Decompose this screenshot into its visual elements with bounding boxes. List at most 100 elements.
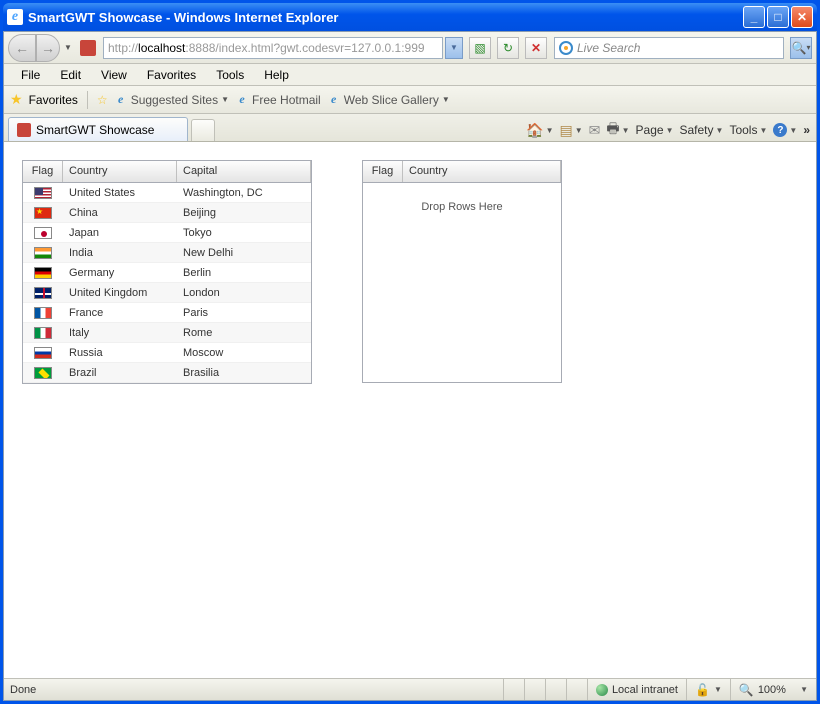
help-icon: ? <box>773 123 787 137</box>
tab-active[interactable]: SmartGWT Showcase <box>8 117 188 141</box>
address-dropdown[interactable]: ▼ <box>445 37 463 59</box>
menubar: File Edit View Favorites Tools Help <box>4 64 816 86</box>
table-row[interactable]: IndiaNew Delhi <box>23 243 311 263</box>
cell-capital: Paris <box>177 307 311 319</box>
cell-flag <box>23 327 63 339</box>
cell-country: India <box>63 247 177 259</box>
web-slice-link[interactable]: eWeb Slice Gallery ▼ <box>327 93 450 107</box>
overflow-chevron[interactable]: » <box>803 123 810 137</box>
maximize-button[interactable]: □ <box>767 6 789 28</box>
minimize-button[interactable]: _ <box>743 6 765 28</box>
menu-tools[interactable]: Tools <box>207 65 253 85</box>
print-button[interactable]: 🖶▼ <box>606 118 629 142</box>
search-box[interactable]: Live Search <box>554 37 784 59</box>
table-row[interactable]: JapanTokyo <box>23 223 311 243</box>
cell-capital: Brasilia <box>177 367 311 379</box>
safety-menu[interactable]: Safety ▼ <box>680 123 724 137</box>
back-button[interactable]: ← <box>8 34 36 62</box>
add-favorite-icon[interactable]: ☆ <box>97 93 108 107</box>
table-row[interactable]: GermanyBerlin <box>23 263 311 283</box>
mail-button[interactable]: ✉ <box>589 122 601 139</box>
favorites-bar: ★ Favorites ☆ eSuggested Sites ▼ eFree H… <box>4 86 816 114</box>
flag-icon <box>34 227 52 239</box>
status-text: Done <box>4 684 503 696</box>
col-capital[interactable]: Capital <box>177 161 311 182</box>
col-flag[interactable]: Flag <box>363 161 403 182</box>
page-content: Flag Country Capital United StatesWashin… <box>4 142 816 678</box>
help-button[interactable]: ?▼ <box>773 123 797 137</box>
grid-header: Flag Country Capital <box>23 161 311 183</box>
page-menu[interactable]: Page ▼ <box>636 123 674 137</box>
status-seg <box>524 679 545 700</box>
suggested-sites-link[interactable]: eSuggested Sites ▼ <box>114 93 229 107</box>
target-grid[interactable]: Flag Country Drop Rows Here <box>362 160 562 383</box>
address-bar[interactable]: http://localhost:8888/index.html?gwt.cod… <box>103 37 443 59</box>
flag-icon <box>34 367 52 379</box>
cell-country: Japan <box>63 227 177 239</box>
table-row[interactable]: BrazilBrasilia <box>23 363 311 383</box>
cell-country: United Kingdom <box>63 287 177 299</box>
nav-toolbar: ← → ▼ http://localhost:8888/index.html?g… <box>4 32 816 64</box>
table-row[interactable]: ItalyRome <box>23 323 311 343</box>
status-seg <box>545 679 566 700</box>
url-path: :8888/index.html?gwt.codesvr=127.0.0.1:9… <box>185 41 424 55</box>
col-flag[interactable]: Flag <box>23 161 63 182</box>
cell-flag <box>23 227 63 239</box>
col-country[interactable]: Country <box>403 161 561 182</box>
zoom-control[interactable]: 🔍100% ▼ <box>730 679 816 700</box>
ie-icon: e <box>235 93 249 107</box>
table-row[interactable]: FranceParis <box>23 303 311 323</box>
stop-button[interactable]: ✕ <box>525 37 547 59</box>
ie-logo-icon: e <box>7 9 23 25</box>
source-grid[interactable]: Flag Country Capital United StatesWashin… <box>22 160 312 384</box>
history-dropdown[interactable]: ▼ <box>63 34 73 62</box>
cell-flag <box>23 307 63 319</box>
globe-icon <box>596 684 608 696</box>
forward-button[interactable]: → <box>36 34 60 62</box>
flag-icon <box>34 247 52 259</box>
close-button[interactable]: ✕ <box>791 6 813 28</box>
cell-capital: Beijing <box>177 207 311 219</box>
browser-chrome: ← → ▼ http://localhost:8888/index.html?g… <box>3 31 817 701</box>
security-zone[interactable]: Local intranet <box>587 679 686 700</box>
table-row[interactable]: RussiaMoscow <box>23 343 311 363</box>
cell-capital: Moscow <box>177 347 311 359</box>
home-icon: 🏠 <box>526 122 543 139</box>
new-tab-button[interactable] <box>191 119 215 141</box>
favorites-label[interactable]: Favorites <box>29 93 78 107</box>
menu-favorites[interactable]: Favorites <box>138 65 205 85</box>
free-hotmail-link[interactable]: eFree Hotmail <box>235 93 321 107</box>
tools-menu[interactable]: Tools ▼ <box>729 123 767 137</box>
zoom-icon: 🔍 <box>739 683 754 697</box>
cell-flag <box>23 267 63 279</box>
menu-help[interactable]: Help <box>255 65 298 85</box>
cell-flag <box>23 207 63 219</box>
rss-icon: ▤ <box>560 122 573 139</box>
cell-flag <box>23 287 63 299</box>
drop-zone[interactable]: Drop Rows Here <box>363 183 561 383</box>
flag-icon <box>34 207 52 219</box>
cell-country: Germany <box>63 267 177 279</box>
grid-body[interactable]: United StatesWashington, DCChinaBeijingJ… <box>23 183 311 383</box>
protected-mode[interactable]: 🔓▼ <box>686 679 730 700</box>
refresh-button[interactable]: ↻ <box>497 37 519 59</box>
menu-edit[interactable]: Edit <box>51 65 90 85</box>
home-button[interactable]: 🏠▼ <box>526 122 553 139</box>
table-row[interactable]: United StatesWashington, DC <box>23 183 311 203</box>
lock-icon: 🔓 <box>695 683 710 697</box>
compat-view-button[interactable]: ▧ <box>469 37 491 59</box>
cell-flag <box>23 187 63 199</box>
tab-bar: SmartGWT Showcase 🏠▼ ▤▼ ✉ 🖶▼ Page ▼ Safe… <box>4 114 816 142</box>
site-icon <box>80 40 96 56</box>
url-host: localhost <box>138 41 185 55</box>
col-country[interactable]: Country <box>63 161 177 182</box>
menu-file[interactable]: File <box>12 65 49 85</box>
table-row[interactable]: United KingdomLondon <box>23 283 311 303</box>
feeds-button[interactable]: ▤▼ <box>560 122 583 139</box>
browser-window: e SmartGWT Showcase - Windows Internet E… <box>0 0 820 704</box>
titlebar[interactable]: e SmartGWT Showcase - Windows Internet E… <box>3 3 817 31</box>
table-row[interactable]: ChinaBeijing <box>23 203 311 223</box>
cell-country: France <box>63 307 177 319</box>
menu-view[interactable]: View <box>92 65 136 85</box>
search-button[interactable]: 🔍▾ <box>790 37 812 59</box>
